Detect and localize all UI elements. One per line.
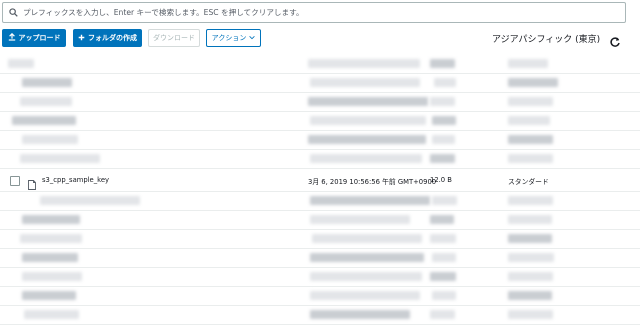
table-row: [0, 230, 640, 249]
storage-class: スタンダード: [508, 178, 549, 186]
refresh-icon[interactable]: [609, 33, 621, 47]
table-row: [0, 150, 640, 169]
create-folder-button[interactable]: フォルダの作成: [73, 29, 142, 47]
table-row: [0, 287, 640, 306]
size: 12.0 B: [430, 176, 452, 184]
table-row: [0, 131, 640, 150]
object-table: s3_cpp_sample_key 3月 6, 2019 10:56:56 午前…: [0, 55, 640, 325]
download-button[interactable]: ダウンロード: [148, 29, 200, 47]
table-row-s3-cpp-sample-key[interactable]: s3_cpp_sample_key 3月 6, 2019 10:56:56 午前…: [0, 169, 640, 192]
table-row: [0, 268, 640, 287]
region-label: アジアパシフィック (東京): [492, 35, 601, 45]
table-row: [0, 306, 640, 325]
table-row: [0, 192, 640, 211]
create-folder-label: フォルダの作成: [88, 34, 137, 42]
table-row: [0, 112, 640, 131]
chevron-down-icon: [249, 34, 256, 42]
row-checkbox[interactable]: [10, 176, 20, 186]
actions-label: アクション: [211, 34, 247, 42]
search-input[interactable]: [23, 4, 625, 21]
table-row: [0, 249, 640, 268]
plus-icon: [78, 34, 85, 43]
table-row: [0, 55, 640, 74]
file-icon: [28, 175, 36, 190]
toolbar: アップロード フォルダの作成 ダウンロード アクション アジアパシフィック (東…: [2, 29, 638, 47]
download-label: ダウンロード: [153, 34, 195, 42]
last-modified: 3月 6, 2019 10:56:56 午前 GMT+0900: [308, 178, 437, 186]
upload-icon: [8, 32, 16, 43]
actions-dropdown[interactable]: アクション: [206, 29, 261, 47]
table-row: [0, 74, 640, 93]
table-row: [0, 211, 640, 230]
search-box[interactable]: [2, 2, 626, 23]
upload-label: アップロード: [18, 34, 61, 42]
object-name-link[interactable]: s3_cpp_sample_key: [42, 176, 109, 184]
search-icon: [3, 8, 23, 17]
table-row: [0, 93, 640, 112]
upload-button[interactable]: アップロード: [2, 29, 66, 47]
